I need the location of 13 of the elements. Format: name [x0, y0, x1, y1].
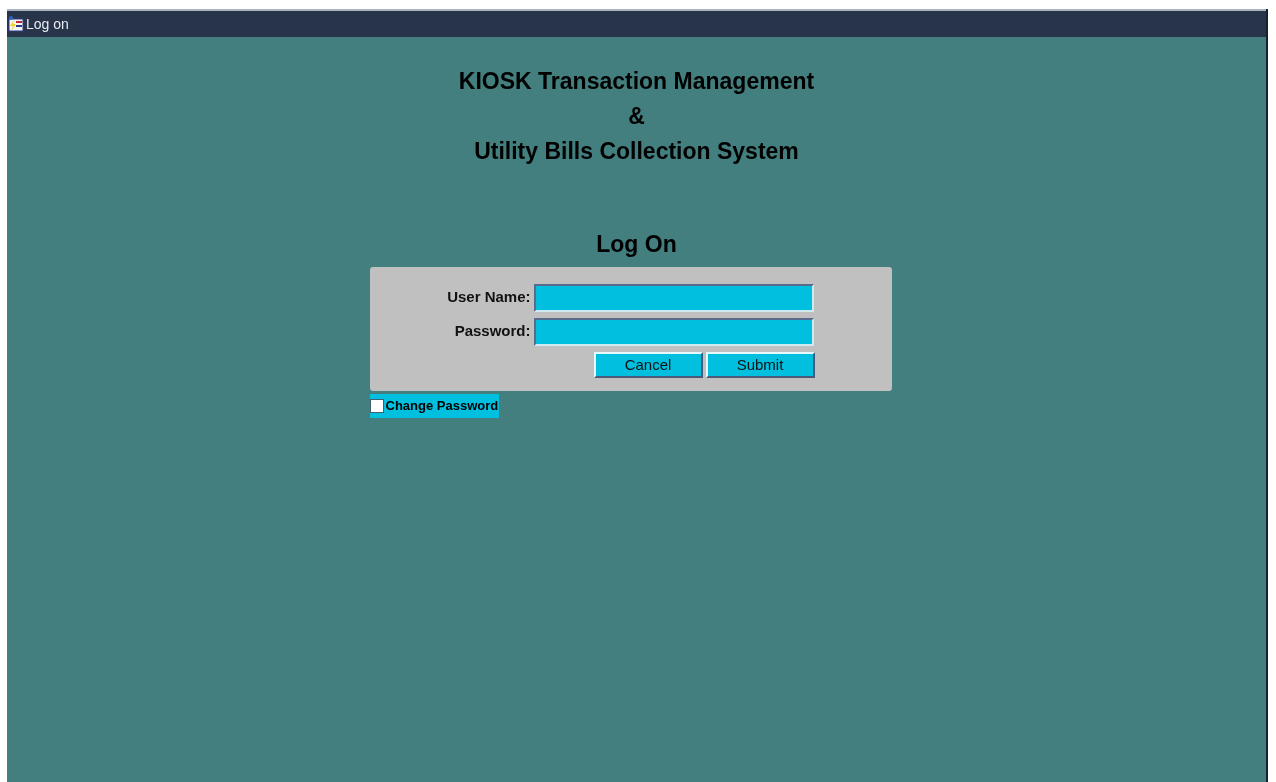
app-heading: &	[628, 102, 645, 131]
app-icon	[8, 16, 24, 32]
submit-button[interactable]: Submit	[705, 351, 815, 378]
form-title: Log On	[596, 230, 677, 259]
change-password-checkbox[interactable]: Change Password	[369, 393, 500, 418]
window-title: Log on	[26, 14, 69, 34]
input-field[interactable]	[533, 283, 814, 312]
input-field[interactable]	[533, 317, 814, 346]
app-heading: KIOSK Transaction Management	[458, 67, 815, 96]
app-heading: Utility Bills Collection System	[474, 137, 799, 166]
field-label: Password:	[453, 321, 532, 342]
field-label: User Name:	[446, 287, 532, 308]
cancel-button[interactable]: Cancel	[593, 351, 703, 378]
